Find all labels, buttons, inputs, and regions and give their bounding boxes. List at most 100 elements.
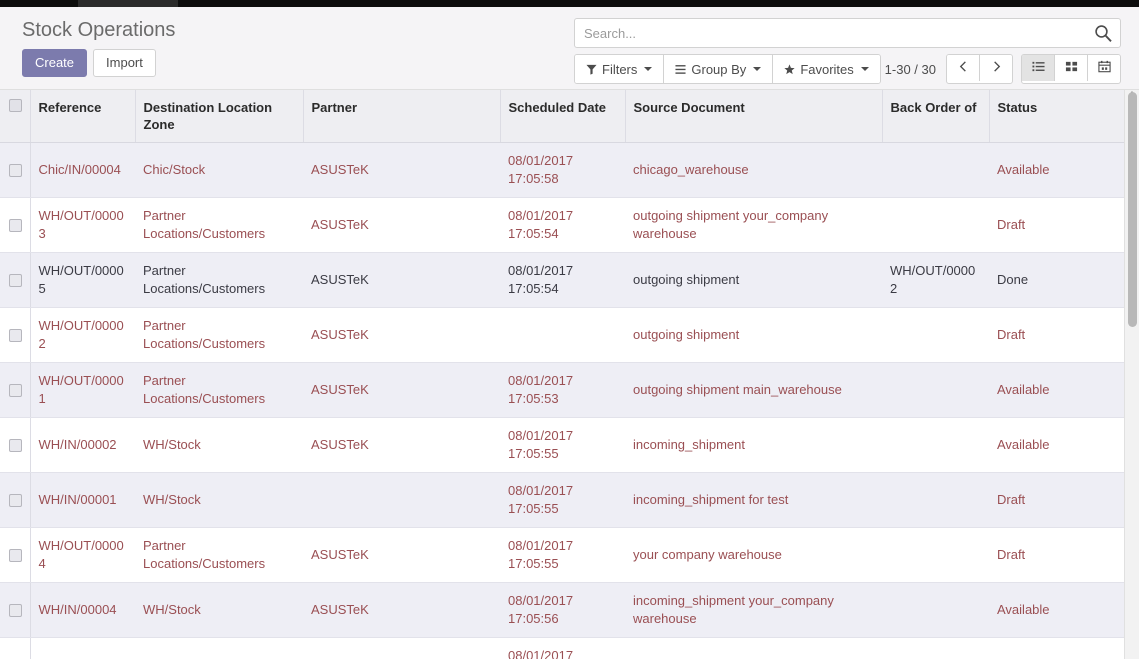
cell-back-order-of <box>882 418 989 473</box>
chevron-down-icon <box>644 67 652 71</box>
table-row[interactable]: WH/IN/00002WH/StockASUSTeK08/01/201717:0… <box>0 418 1133 473</box>
column-header-status[interactable]: Status <box>989 90 1133 143</box>
row-checkbox[interactable] <box>9 494 22 507</box>
import-button[interactable]: Import <box>93 49 156 77</box>
cell-source-document: outgoing shipment your_company warehouse <box>625 198 882 253</box>
page-title: Stock Operations <box>22 18 175 42</box>
row-checkbox[interactable] <box>9 549 22 562</box>
pager-next-button[interactable] <box>980 55 1012 81</box>
column-header-reference[interactable]: Reference <box>30 90 135 143</box>
cell-status: Available <box>989 418 1133 473</box>
cell-partner: ASUSTeK <box>303 583 500 638</box>
scrollbar-thumb[interactable] <box>1128 92 1137 327</box>
kanban-view-icon <box>1065 60 1078 76</box>
search-view[interactable] <box>574 18 1121 48</box>
search-dropdown-group: Filters Group By <box>574 54 881 84</box>
view-switcher-calendar[interactable] <box>1088 55 1120 81</box>
pager-previous-button[interactable] <box>947 55 980 81</box>
view-switcher-list[interactable] <box>1022 55 1055 81</box>
cell-reference: WH/IN/00002 <box>30 418 135 473</box>
row-checkbox[interactable] <box>9 384 22 397</box>
action-buttons: Create Import <box>22 49 175 77</box>
scheduled-date-time: 17:05:54 <box>508 225 617 243</box>
cell-partner: ASUSTeK <box>303 143 500 198</box>
column-header-partner[interactable]: Partner <box>303 90 500 143</box>
cell-scheduled-date: 08/01/201717:05:55 <box>500 528 625 583</box>
table-row[interactable]: WH/IN/00001WH/Stock08/01/201717:05:55inc… <box>0 473 1133 528</box>
groupby-dropdown[interactable]: Group By <box>664 55 773 83</box>
cell-destination: Partner Locations/Customers <box>135 253 303 308</box>
cell-scheduled-date: 08/01/201717:05:53 <box>500 363 625 418</box>
cell-scheduled-date: 08/01/201717:05:58 <box>500 143 625 198</box>
cell-destination: WH/Stock <box>135 638 303 659</box>
table-row[interactable]: WH/OUT/00003Partner Locations/CustomersA… <box>0 198 1133 253</box>
table-row[interactable]: WH/OUT/00005Partner Locations/CustomersA… <box>0 253 1133 308</box>
search-toolbar: Filters Group By <box>574 55 1121 83</box>
search-icon[interactable] <box>1093 23 1113 43</box>
cell-reference: WH/OUT/00005 <box>30 253 135 308</box>
cell-status: Draft <box>989 528 1133 583</box>
table-row[interactable]: WH/OUT/00001Partner Locations/Customers A… <box>0 363 1133 418</box>
chevron-right-icon <box>990 60 1003 76</box>
cell-back-order-of <box>882 583 989 638</box>
table-row[interactable]: Chic/IN/00004Chic/StockASUSTeK08/01/2017… <box>0 143 1133 198</box>
scheduled-date-time: 17:05:55 <box>508 500 617 518</box>
select-all-checkbox[interactable] <box>9 99 22 112</box>
favorites-dropdown[interactable]: Favorites <box>773 55 879 83</box>
list-view: Reference Destination Location Zone Part… <box>0 90 1139 659</box>
cell-status: Draft <box>989 473 1133 528</box>
row-checkbox[interactable] <box>9 329 22 342</box>
filters-dropdown[interactable]: Filters <box>575 55 664 83</box>
cell-partner: ASUSTeK <box>303 253 500 308</box>
table-header-row: Reference Destination Location Zone Part… <box>0 90 1133 143</box>
cell-reference: WH/IN/00001 <box>30 473 135 528</box>
cell-destination: Partner Locations/Customers <box>135 363 303 418</box>
cell-reference: WH/OUT/00001 <box>30 363 135 418</box>
pager-arrows <box>946 54 1013 84</box>
select-all-cell <box>0 90 30 143</box>
row-select-cell <box>0 528 30 583</box>
row-checkbox[interactable] <box>9 604 22 617</box>
cell-status: Available <box>989 363 1133 418</box>
scheduled-date-time: 17:05:56 <box>508 610 617 628</box>
scheduled-date-day: 08/01/2017 <box>508 592 617 610</box>
vertical-scrollbar[interactable] <box>1124 90 1139 659</box>
column-header-source-document[interactable]: Source Document <box>625 90 882 143</box>
cell-source-document: incoming_shipment main_warehouse <box>625 638 882 659</box>
cell-source-document: incoming_shipment for test <box>625 473 882 528</box>
column-header-back-order-of[interactable]: Back Order of <box>882 90 989 143</box>
row-checkbox[interactable] <box>9 219 22 232</box>
cell-source-document: your company warehouse <box>625 528 882 583</box>
chevron-left-icon <box>957 60 970 76</box>
cell-source-document: chicago_warehouse <box>625 143 882 198</box>
scheduled-date-day: 08/01/2017 <box>508 482 617 500</box>
scheduled-date-day: 08/01/2017 <box>508 152 617 170</box>
cell-back-order-of <box>882 363 989 418</box>
scheduled-date-time: 17:05:53 <box>508 390 617 408</box>
cell-reference: WH/IN/00004 <box>30 583 135 638</box>
navbar-menu-chunk[interactable] <box>78 0 178 7</box>
view-switcher-kanban[interactable] <box>1055 55 1088 81</box>
row-checkbox[interactable] <box>9 164 22 177</box>
table-row[interactable]: WH/IN/00003WH/StockASUSTeK08/01/201717:0… <box>0 638 1133 659</box>
table-row[interactable]: WH/IN/00004WH/StockASUSTeK08/01/201717:0… <box>0 583 1133 638</box>
cell-back-order-of <box>882 528 989 583</box>
pager-count: 1-30 / 30 <box>885 62 936 77</box>
cell-partner: ASUSTeK <box>303 528 500 583</box>
cell-partner: ASUSTeK <box>303 198 500 253</box>
table-row[interactable]: WH/OUT/00002Partner Locations/CustomersA… <box>0 308 1133 363</box>
cell-source-document: incoming_shipment your_company warehouse <box>625 583 882 638</box>
column-header-scheduled-date[interactable]: Scheduled Date <box>500 90 625 143</box>
search-input[interactable] <box>575 19 1120 47</box>
row-select-cell <box>0 143 30 198</box>
column-header-destination[interactable]: Destination Location Zone <box>135 90 303 143</box>
list-lines-icon <box>675 64 686 75</box>
stock-operations-table: Reference Destination Location Zone Part… <box>0 90 1134 659</box>
cell-partner: ASUSTeK <box>303 418 500 473</box>
create-button[interactable]: Create <box>22 49 87 77</box>
cell-destination: Chic/Stock <box>135 143 303 198</box>
table-row[interactable]: WH/OUT/00004Partner Locations/CustomersA… <box>0 528 1133 583</box>
row-checkbox[interactable] <box>9 439 22 452</box>
cell-destination: WH/Stock <box>135 418 303 473</box>
row-checkbox[interactable] <box>9 274 22 287</box>
